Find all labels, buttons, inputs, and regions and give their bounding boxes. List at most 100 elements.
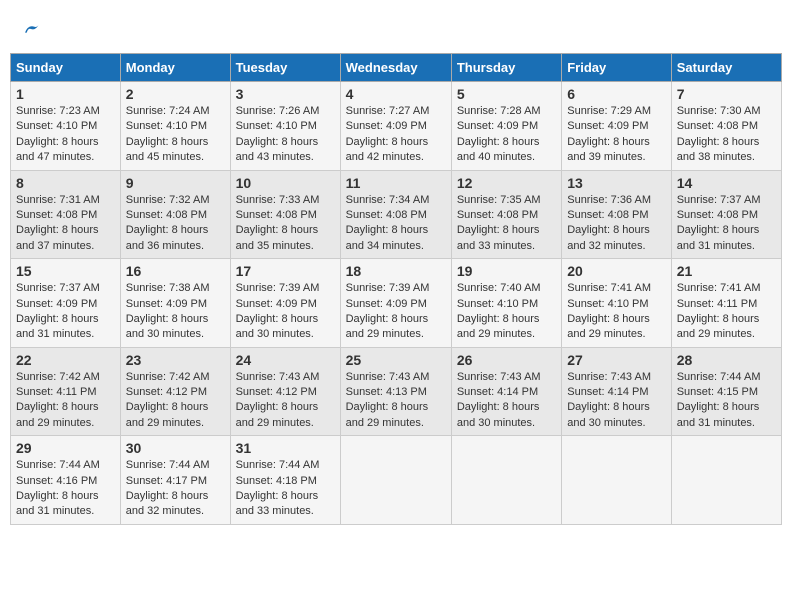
day-number: 4 — [346, 86, 446, 102]
day-header-friday: Friday — [562, 54, 671, 82]
day-info: Sunrise: 7:43 AMSunset: 4:14 PMDaylight:… — [457, 370, 556, 432]
calendar-cell: 21 Sunrise: 7:41 AMSunset: 4:11 PMDayligh… — [671, 259, 781, 348]
day-info: Sunrise: 7:27 AMSunset: 4:09 PMDaylight:… — [346, 104, 446, 166]
calendar-cell: 1Sunrise: 7:23 AMSunset: 4:10 PMDaylight… — [11, 82, 121, 171]
calendar-cell: 3 Sunrise: 7:26 AMSunset: 4:10 PMDaylight… — [230, 82, 340, 171]
calendar-cell: 23 Sunrise: 7:42 AMSunset: 4:12 PMDayligh… — [120, 347, 230, 436]
calendar-cell: 17 Sunrise: 7:39 AMSunset: 4:09 PMDayligh… — [230, 259, 340, 348]
day-info: Sunrise: 7:28 AMSunset: 4:09 PMDaylight:… — [457, 104, 556, 166]
calendar-week-row: 1Sunrise: 7:23 AMSunset: 4:10 PMDaylight… — [11, 82, 782, 171]
day-number: 11 — [346, 175, 446, 191]
day-number: 12 — [457, 175, 556, 191]
logo-bird-icon — [22, 20, 40, 38]
day-number: 24 — [236, 352, 335, 368]
day-info: Sunrise: 7:41 AMSunset: 4:11 PMDaylight:… — [677, 281, 776, 343]
day-number: 8 — [16, 175, 115, 191]
calendar-cell: 9 Sunrise: 7:32 AMSunset: 4:08 PMDaylight… — [120, 170, 230, 259]
calendar-cell: 18 Sunrise: 7:39 AMSunset: 4:09 PMDayligh… — [340, 259, 451, 348]
day-info: Sunrise: 7:34 AMSunset: 4:08 PMDaylight:… — [346, 193, 446, 255]
day-number: 19 — [457, 263, 556, 279]
calendar-cell: 14 Sunrise: 7:37 AMSunset: 4:08 PMDayligh… — [671, 170, 781, 259]
day-number: 7 — [677, 86, 776, 102]
calendar-cell: 26 Sunrise: 7:43 AMSunset: 4:14 PMDayligh… — [451, 347, 561, 436]
calendar-cell: 31Sunrise: 7:44 AMSunset: 4:18 PMDayligh… — [230, 436, 340, 525]
day-header-thursday: Thursday — [451, 54, 561, 82]
day-number: 26 — [457, 352, 556, 368]
day-number: 17 — [236, 263, 335, 279]
day-number: 27 — [567, 352, 665, 368]
day-info: Sunrise: 7:43 AMSunset: 4:13 PMDaylight:… — [346, 370, 446, 432]
calendar-cell — [340, 436, 451, 525]
day-info: Sunrise: 7:44 AMSunset: 4:16 PMDaylight:… — [16, 458, 115, 520]
calendar-cell: 13Sunrise: 7:36 AMSunset: 4:08 PMDayligh… — [562, 170, 671, 259]
calendar-week-row: 22 Sunrise: 7:42 AMSunset: 4:11 PMDayligh… — [11, 347, 782, 436]
day-info: Sunrise: 7:24 AMSunset: 4:10 PMDaylight:… — [126, 104, 225, 166]
calendar-cell: 4 Sunrise: 7:27 AMSunset: 4:09 PMDaylight… — [340, 82, 451, 171]
calendar-cell: 28 Sunrise: 7:44 AMSunset: 4:15 PMDayligh… — [671, 347, 781, 436]
day-number: 22 — [16, 352, 115, 368]
day-info: Sunrise: 7:39 AMSunset: 4:09 PMDaylight:… — [346, 281, 446, 343]
day-number: 18 — [346, 263, 446, 279]
day-info: Sunrise: 7:41 AMSunset: 4:10 PMDaylight:… — [567, 281, 665, 343]
day-header-monday: Monday — [120, 54, 230, 82]
day-number: 10 — [236, 175, 335, 191]
calendar-week-row: 29 Sunrise: 7:44 AMSunset: 4:16 PMDayligh… — [11, 436, 782, 525]
day-info: Sunrise: 7:35 AMSunset: 4:08 PMDaylight:… — [457, 193, 556, 255]
day-info: Sunrise: 7:37 AMSunset: 4:08 PMDaylight:… — [677, 193, 776, 255]
day-number: 3 — [236, 86, 335, 102]
day-number: 25 — [346, 352, 446, 368]
calendar-week-row: 8 Sunrise: 7:31 AMSunset: 4:08 PMDaylight… — [11, 170, 782, 259]
calendar-cell: 30 Sunrise: 7:44 AMSunset: 4:17 PMDayligh… — [120, 436, 230, 525]
day-number: 21 — [677, 263, 776, 279]
day-number: 2 — [126, 86, 225, 102]
calendar-cell: 24 Sunrise: 7:43 AMSunset: 4:12 PMDayligh… — [230, 347, 340, 436]
day-info: Sunrise: 7:31 AMSunset: 4:08 PMDaylight:… — [16, 193, 115, 255]
calendar-cell — [451, 436, 561, 525]
day-header-saturday: Saturday — [671, 54, 781, 82]
day-header-tuesday: Tuesday — [230, 54, 340, 82]
calendar-table: SundayMondayTuesdayWednesdayThursdayFrid… — [10, 53, 782, 525]
calendar-body: 1Sunrise: 7:23 AMSunset: 4:10 PMDaylight… — [11, 82, 782, 525]
calendar-cell: 25 Sunrise: 7:43 AMSunset: 4:13 PMDayligh… — [340, 347, 451, 436]
calendar-cell: 20 Sunrise: 7:41 AMSunset: 4:10 PMDayligh… — [562, 259, 671, 348]
calendar-cell: 5Sunrise: 7:28 AMSunset: 4:09 PMDaylight… — [451, 82, 561, 171]
day-number: 30 — [126, 440, 225, 456]
day-info: Sunrise: 7:43 AMSunset: 4:14 PMDaylight:… — [567, 370, 665, 432]
day-number: 16 — [126, 263, 225, 279]
page-header — [10, 10, 782, 43]
day-number: 9 — [126, 175, 225, 191]
day-info: Sunrise: 7:44 AMSunset: 4:17 PMDaylight:… — [126, 458, 225, 520]
calendar-cell — [562, 436, 671, 525]
day-number: 14 — [677, 175, 776, 191]
day-number: 13 — [567, 175, 665, 191]
calendar-cell: 27 Sunrise: 7:43 AMSunset: 4:14 PMDayligh… — [562, 347, 671, 436]
day-info: Sunrise: 7:42 AMSunset: 4:11 PMDaylight:… — [16, 370, 115, 432]
day-info: Sunrise: 7:43 AMSunset: 4:12 PMDaylight:… — [236, 370, 335, 432]
day-number: 20 — [567, 263, 665, 279]
day-number: 1 — [16, 86, 115, 102]
calendar-cell: 16Sunrise: 7:38 AMSunset: 4:09 PMDayligh… — [120, 259, 230, 348]
day-info: Sunrise: 7:42 AMSunset: 4:12 PMDaylight:… — [126, 370, 225, 432]
day-header-wednesday: Wednesday — [340, 54, 451, 82]
day-info: Sunrise: 7:37 AMSunset: 4:09 PMDaylight:… — [16, 281, 115, 343]
calendar-cell: 12 Sunrise: 7:35 AMSunset: 4:08 PMDayligh… — [451, 170, 561, 259]
calendar-cell: 15Sunrise: 7:37 AMSunset: 4:09 PMDayligh… — [11, 259, 121, 348]
day-info: Sunrise: 7:29 AMSunset: 4:09 PMDaylight:… — [567, 104, 665, 166]
day-info: Sunrise: 7:39 AMSunset: 4:09 PMDaylight:… — [236, 281, 335, 343]
day-number: 29 — [16, 440, 115, 456]
day-info: Sunrise: 7:33 AMSunset: 4:08 PMDaylight:… — [236, 193, 335, 255]
day-number: 6 — [567, 86, 665, 102]
logo — [20, 20, 40, 38]
day-info: Sunrise: 7:44 AMSunset: 4:15 PMDaylight:… — [677, 370, 776, 432]
day-header-sunday: Sunday — [11, 54, 121, 82]
calendar-cell: 10 Sunrise: 7:33 AMSunset: 4:08 PMDayligh… — [230, 170, 340, 259]
day-number: 23 — [126, 352, 225, 368]
calendar-week-row: 15Sunrise: 7:37 AMSunset: 4:09 PMDayligh… — [11, 259, 782, 348]
calendar-cell: 2 Sunrise: 7:24 AMSunset: 4:10 PMDaylight… — [120, 82, 230, 171]
day-info: Sunrise: 7:40 AMSunset: 4:10 PMDaylight:… — [457, 281, 556, 343]
day-info: Sunrise: 7:26 AMSunset: 4:10 PMDaylight:… — [236, 104, 335, 166]
calendar-cell: 7Sunrise: 7:30 AMSunset: 4:08 PMDaylight… — [671, 82, 781, 171]
day-info: Sunrise: 7:32 AMSunset: 4:08 PMDaylight:… — [126, 193, 225, 255]
calendar-cell: 29 Sunrise: 7:44 AMSunset: 4:16 PMDayligh… — [11, 436, 121, 525]
day-number: 28 — [677, 352, 776, 368]
